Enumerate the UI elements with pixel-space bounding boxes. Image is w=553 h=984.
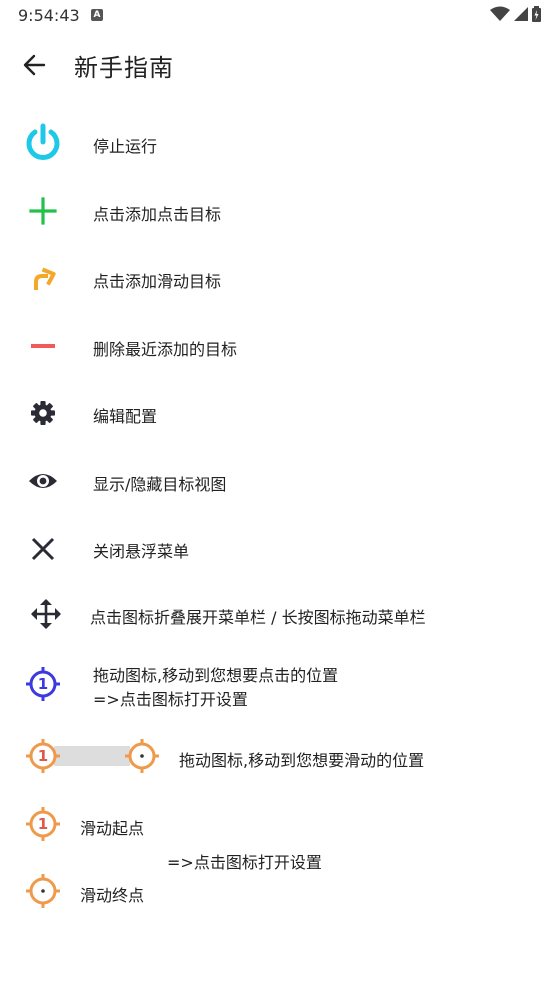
move-icon bbox=[29, 597, 63, 631]
page-title: 新手指南 bbox=[74, 54, 174, 82]
item-label-add-swipe: 点击添加滑动目标 bbox=[93, 272, 222, 291]
status-time: 9:54:43 bbox=[18, 6, 80, 25]
signal-icon bbox=[514, 7, 528, 21]
swipe-target-text: 拖动图标,移动到您想要滑动的位置 bbox=[179, 751, 425, 770]
wifi-icon bbox=[490, 6, 510, 21]
close-icon bbox=[30, 536, 56, 562]
power-icon bbox=[24, 123, 62, 163]
swipe-start-number-2: 1 bbox=[37, 815, 49, 833]
swipe-end-icon bbox=[25, 873, 61, 909]
swipe-track bbox=[54, 746, 130, 766]
swipe-settings-hint: =>点击图标打开设置 bbox=[167, 853, 322, 872]
swipe-start-number: 1 bbox=[37, 747, 49, 765]
eye-icon bbox=[28, 470, 58, 492]
swipe-start-label: 滑动起点 bbox=[80, 819, 145, 838]
back-arrow-icon bbox=[23, 54, 46, 76]
item-label-close-menu: 关闭悬浮菜单 bbox=[93, 542, 190, 561]
swipe-arrow-icon bbox=[30, 264, 58, 292]
item-label-stop: 停止运行 bbox=[93, 137, 158, 156]
item-label-menu-toggle: 点击图标折叠展开菜单栏 / 长按图标拖动菜单栏 bbox=[90, 608, 426, 627]
notification-icon: A bbox=[91, 9, 103, 21]
item-label-toggle-view: 显示/隐藏目标视图 bbox=[93, 475, 227, 494]
minus-icon bbox=[30, 338, 56, 354]
status-icons bbox=[490, 5, 541, 23]
plus-icon bbox=[28, 196, 58, 226]
swipe-end-label: 滑动终点 bbox=[80, 886, 145, 905]
item-label-add-click: 点击添加点击目标 bbox=[93, 205, 222, 224]
back-button[interactable] bbox=[20, 50, 50, 80]
click-target-line2: =>点击图标打开设置 bbox=[93, 690, 248, 709]
gear-icon bbox=[29, 399, 57, 427]
item-label-edit-config: 编辑配置 bbox=[93, 407, 158, 426]
click-target-line1: 拖动图标,移动到您想要点击的位置 bbox=[93, 666, 339, 685]
item-label-delete: 删除最近添加的目标 bbox=[93, 340, 238, 359]
swipe-end-target-icon bbox=[124, 738, 160, 774]
battery-icon bbox=[532, 6, 541, 22]
click-target-number: 1 bbox=[37, 675, 49, 693]
